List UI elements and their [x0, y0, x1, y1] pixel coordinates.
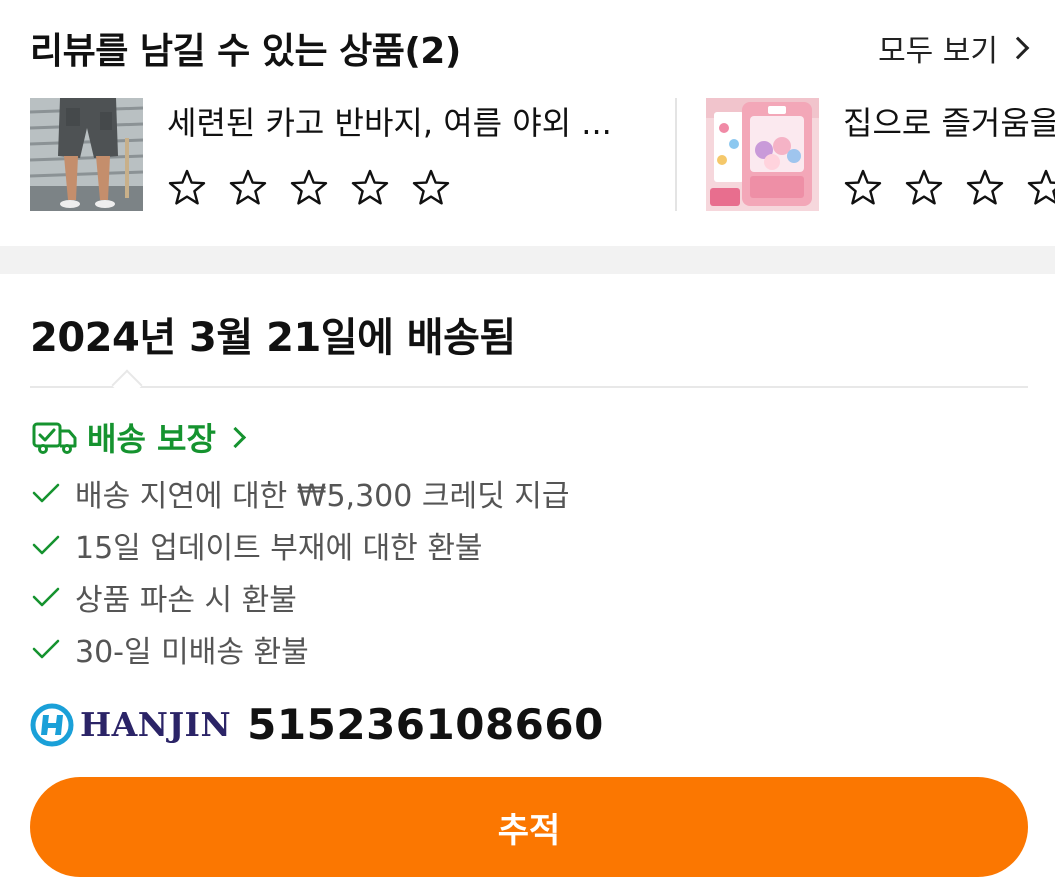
delivery-guarantee-label: 배송 보장	[87, 420, 216, 458]
carrier-row: HANJIN 515236108660	[30, 700, 604, 749]
list-item: 30-일 미배송 환불	[32, 623, 569, 675]
guarantee-benefits-list: 배송 지연에 대한 ₩5,300 크레딧 지급 15일 업데이트 부재에 대한 …	[32, 467, 569, 675]
review-section-title: 리뷰를 남길 수 있는 상품(2)	[30, 31, 461, 72]
chevron-right-icon	[224, 426, 247, 448]
delivery-guarantee-link[interactable]: 배송 보장	[32, 414, 247, 460]
see-all-link[interactable]: 모두 보기	[878, 26, 1030, 70]
benefit-text: 배송 지연에 대한 ₩5,300 크레딧 지급	[75, 479, 570, 514]
star-icon[interactable]	[411, 168, 451, 208]
check-icon	[32, 483, 60, 503]
product-thumbnail[interactable]	[30, 98, 143, 211]
list-item: 15일 업데이트 부재에 대한 환불	[32, 519, 569, 571]
review-product-card[interactable]: 집으로 즐거움을	[706, 98, 1055, 212]
track-button[interactable]: 추적	[30, 777, 1028, 877]
review-product-card[interactable]: 세련된 카고 반바지, 여름 야외 ...	[30, 98, 650, 212]
product-name[interactable]: 세련된 카고 반바지, 여름 야외 ...	[167, 98, 612, 144]
hanjin-logo-icon	[30, 703, 74, 746]
star-icon[interactable]	[904, 168, 944, 208]
delivery-status-title: 2024년 3월 21일에 배송됨	[30, 315, 516, 361]
product-thumbnail[interactable]	[706, 98, 819, 211]
see-all-label: 모두 보기	[878, 34, 998, 69]
star-icon[interactable]	[350, 168, 390, 208]
truck-icon	[32, 422, 77, 454]
star-rating	[167, 168, 451, 208]
star-icon[interactable]	[843, 168, 883, 208]
star-icon[interactable]	[289, 168, 329, 208]
tracking-number[interactable]: 515236108660	[247, 700, 604, 749]
check-icon	[32, 639, 60, 659]
list-item: 배송 지연에 대한 ₩5,300 크레딧 지급	[32, 467, 569, 519]
section-divider	[0, 246, 1055, 274]
benefit-text: 상품 파손 시 환불	[75, 583, 297, 618]
check-icon	[32, 535, 60, 555]
check-icon	[32, 587, 60, 607]
divider-notch	[111, 369, 143, 401]
divider-line	[30, 386, 1028, 388]
review-section: 리뷰를 남길 수 있는 상품(2) 모두 보기 세련된 카고 반바지, 여름 야…	[0, 0, 1055, 246]
list-item: 상품 파손 시 환불	[32, 571, 569, 623]
star-rating	[843, 168, 1055, 208]
star-icon[interactable]	[1026, 168, 1055, 208]
product-name[interactable]: 집으로 즐거움을	[843, 98, 1055, 144]
review-header: 리뷰를 남길 수 있는 상품(2) 모두 보기	[30, 18, 1030, 74]
benefit-text: 15일 업데이트 부재에 대한 환불	[75, 531, 483, 566]
carrier-name: HANJIN	[80, 705, 232, 744]
card-divider	[675, 98, 677, 211]
carrier-logo: HANJIN	[30, 703, 231, 747]
star-icon[interactable]	[167, 168, 207, 208]
order-detail-page: 리뷰를 남길 수 있는 상품(2) 모두 보기 세련된 카고 반바지, 여름 야…	[0, 0, 1055, 891]
star-icon[interactable]	[965, 168, 1005, 208]
chevron-right-icon	[1006, 36, 1030, 60]
benefit-text: 30-일 미배송 환불	[75, 635, 309, 670]
star-icon[interactable]	[228, 168, 268, 208]
